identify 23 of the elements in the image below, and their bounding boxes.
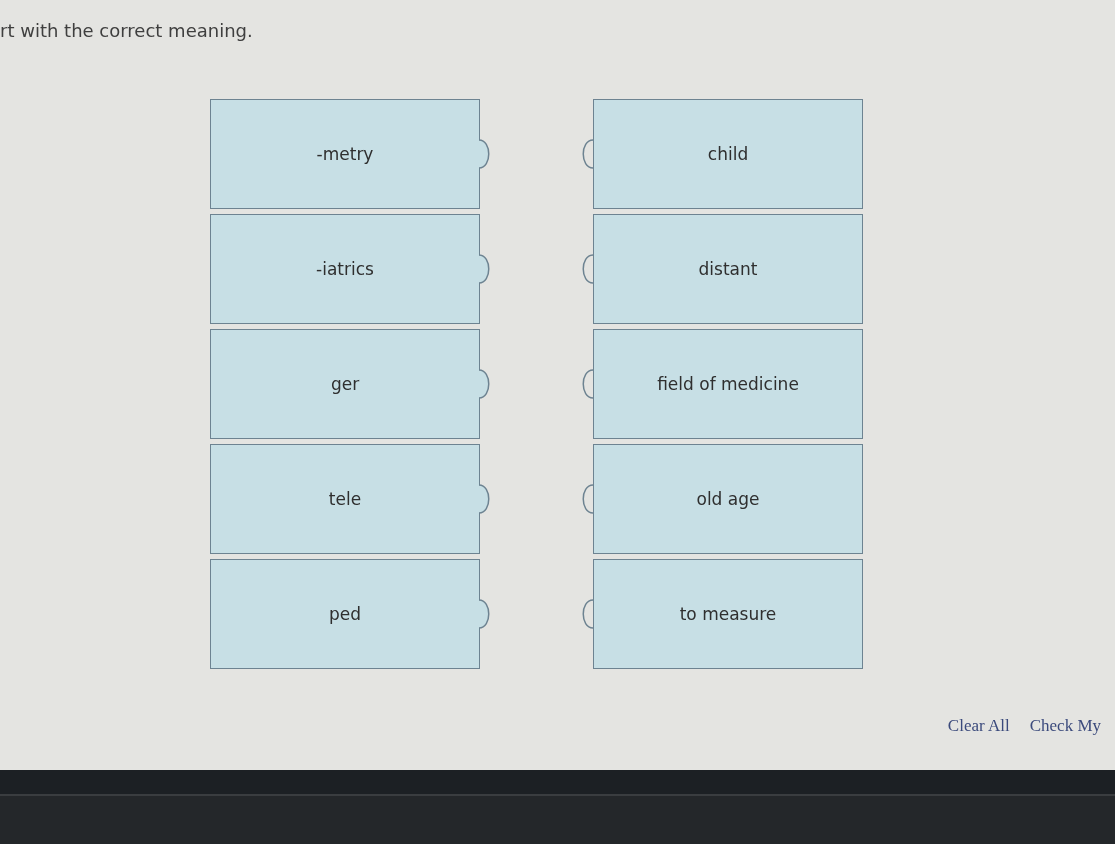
meaning-tile[interactable]: child — [593, 99, 863, 209]
tab-connector-icon — [478, 139, 492, 169]
word-part-tile[interactable]: tele — [210, 444, 480, 554]
tab-connector-icon — [478, 599, 492, 629]
word-part-tile[interactable]: ped — [210, 559, 480, 669]
meaning-tile[interactable]: field of medicine — [593, 329, 863, 439]
socket-connector-icon — [580, 484, 594, 514]
socket-connector-icon — [580, 254, 594, 284]
check-button[interactable]: Check My — [1029, 714, 1101, 738]
word-part-tile[interactable]: ger — [210, 329, 480, 439]
socket-connector-icon — [580, 369, 594, 399]
word-part-tile[interactable]: -iatrics — [210, 214, 480, 324]
tab-connector-icon — [478, 254, 492, 284]
word-part-tile[interactable]: -metry — [210, 99, 480, 209]
tab-connector-icon — [478, 484, 492, 514]
meaning-tile[interactable]: distant — [593, 214, 863, 324]
socket-connector-icon — [580, 139, 594, 169]
meaning-tile[interactable]: to measure — [593, 559, 863, 669]
meaning-tile[interactable]: old age — [593, 444, 863, 554]
socket-connector-icon — [580, 599, 594, 629]
tab-connector-icon — [478, 369, 492, 399]
clear-all-button[interactable]: Clear All — [947, 714, 1010, 738]
instruction-text: rt with the correct meaning. — [0, 20, 253, 41]
